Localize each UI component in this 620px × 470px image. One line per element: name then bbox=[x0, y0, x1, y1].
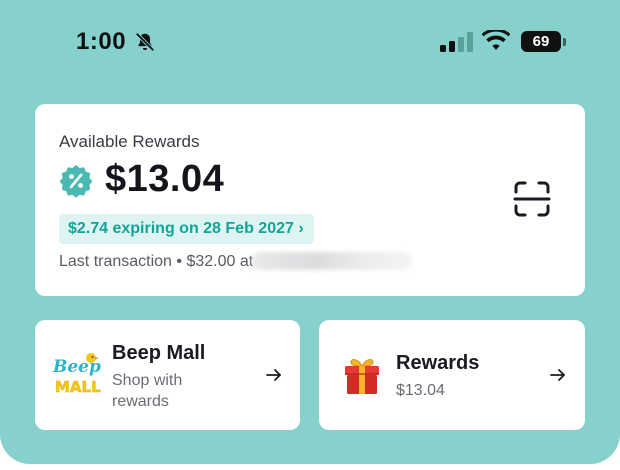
redacted-merchant bbox=[251, 252, 412, 270]
rewards-tile-title: Rewards bbox=[396, 352, 480, 374]
wifi-icon bbox=[482, 30, 510, 50]
gift-icon bbox=[345, 359, 379, 394]
last-transaction: Last transaction • $32.00 at bbox=[59, 252, 412, 271]
svg-text:MALL: MALL bbox=[55, 378, 101, 396]
status-time: 1:00 bbox=[76, 28, 127, 55]
last-transaction-text: Last transaction • $32.00 at bbox=[59, 253, 254, 270]
battery-icon: 69 bbox=[521, 31, 561, 52]
expiry-link[interactable]: $2.74 expiring on 28 Feb 2027 › bbox=[59, 214, 314, 244]
available-rewards-card[interactable]: Available Rewards $13.04 $2.74 expiring … bbox=[35, 104, 585, 296]
arrow-right-icon bbox=[550, 369, 565, 381]
signal-icon bbox=[440, 32, 473, 52]
beep-mall-card[interactable]: Beep MALL Beep Mall Shop with rewards bbox=[35, 320, 300, 430]
rewards-tile[interactable]: Rewards $13.04 bbox=[319, 320, 585, 430]
percent-badge-icon bbox=[59, 165, 93, 198]
battery-tip bbox=[563, 38, 566, 46]
rewards-title: Available Rewards bbox=[59, 132, 200, 151]
beep-mall-title: Beep Mall bbox=[112, 342, 206, 364]
bell-off-icon bbox=[135, 32, 155, 52]
rewards-amount: $13.04 bbox=[105, 158, 225, 200]
svg-text:Beep: Beep bbox=[52, 357, 101, 377]
scan-icon[interactable] bbox=[513, 180, 551, 218]
app-screen: 1:00 69 Available Rewards $13.04 $2.74 e… bbox=[0, 0, 620, 464]
beep-mall-subtitle: Shop with rewards bbox=[112, 370, 182, 412]
beep-mall-subtitle-line1: Shop with bbox=[112, 372, 183, 389]
beep-mall-logo: Beep MALL bbox=[52, 353, 101, 396]
beep-mall-subtitle-line2: rewards bbox=[112, 393, 169, 410]
rewards-tile-amount: $13.04 bbox=[396, 382, 445, 399]
arrow-right-icon bbox=[266, 369, 281, 381]
